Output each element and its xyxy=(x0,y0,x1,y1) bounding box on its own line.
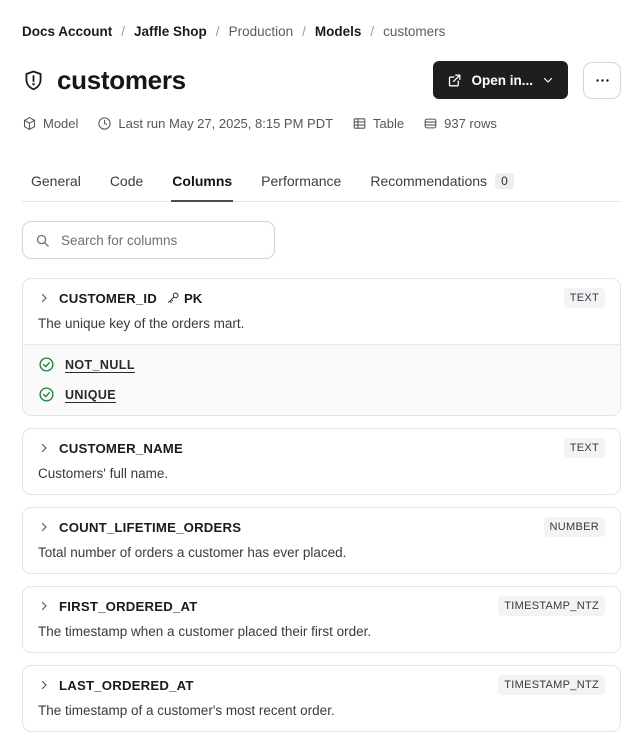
test-row: UNIQUE xyxy=(38,386,605,403)
breadcrumb-item[interactable]: Models xyxy=(315,24,362,40)
external-link-icon xyxy=(449,74,461,86)
data-type-badge: TIMESTAMP_NTZ xyxy=(498,596,605,616)
test-link[interactable]: NOT_NULL xyxy=(65,358,135,372)
column-name: FIRST_ORDERED_AT xyxy=(59,598,198,614)
model-cube-icon xyxy=(23,117,36,130)
pk-label: PK xyxy=(183,290,203,306)
column-name: CUSTOMER_ID xyxy=(59,290,157,306)
last-run: Last run May 27, 2025, 8:15 PM PDT xyxy=(97,116,333,131)
resource-type-label: Model xyxy=(43,116,79,131)
search-icon xyxy=(36,234,49,247)
resource-type: Model xyxy=(22,116,78,131)
primary-key-tag: PK xyxy=(166,291,202,306)
column-card: COUNT_LIFETIME_ORDERS NUMBER Total numbe… xyxy=(22,507,621,574)
column-header[interactable]: FIRST_ORDERED_AT TIMESTAMP_NTZ xyxy=(38,596,605,616)
model-page: Docs Account / Jaffle Shop / Production / Mode… xyxy=(0,0,643,732)
chevron-right-icon[interactable] xyxy=(38,521,50,533)
column-name: LAST_ORDERED_AT xyxy=(59,677,194,693)
breadcrumb-separator: / xyxy=(370,24,375,39)
column-card: FIRST_ORDERED_AT TIMESTAMP_NTZ The times… xyxy=(22,586,621,653)
tests-section: NOT_NULL UNIQUE xyxy=(23,344,620,415)
column-description: Customers' full name. xyxy=(38,466,169,481)
column-card: LAST_ORDERED_AT TIMESTAMP_NTZ The timest… xyxy=(22,665,621,732)
columns-list: CUSTOMER_ID PK TEXT The unique key of th… xyxy=(22,278,621,732)
column-header[interactable]: COUNT_LIFETIME_ORDERS NUMBER xyxy=(38,517,605,537)
more-options-button[interactable] xyxy=(583,61,621,99)
open-in-button[interactable]: Open in... xyxy=(433,61,568,99)
breadcrumb-item[interactable]: Jaffle Shop xyxy=(134,24,207,40)
ellipsis-icon xyxy=(595,78,609,82)
search-box xyxy=(22,221,275,259)
tab-performance[interactable]: Performance xyxy=(260,167,342,201)
last-run-label: Last run May 27, 2025, 8:15 PM PDT xyxy=(118,116,334,131)
tab-count-badge: 0 xyxy=(495,173,514,189)
data-type-badge: NUMBER xyxy=(543,517,605,537)
page-header: customers Open in... xyxy=(22,61,621,99)
clock-icon xyxy=(98,117,112,130)
column-description: Total number of orders a customer has ev… xyxy=(38,545,347,560)
table-icon xyxy=(353,118,366,129)
row-count: 937 rows xyxy=(423,116,497,131)
tab-label: Recommendations xyxy=(370,173,488,189)
materialization-label: Table xyxy=(373,116,405,131)
tab-label: General xyxy=(31,173,81,189)
tab-bar: General Code Columns Performance Recommendat… xyxy=(22,167,621,202)
tab-recommendations[interactable]: Recommendations 0 xyxy=(369,167,514,201)
breadcrumb-separator: / xyxy=(121,24,126,39)
check-circle-icon xyxy=(38,386,55,403)
health-shield-icon xyxy=(25,70,42,90)
column-header[interactable]: CUSTOMER_ID PK TEXT xyxy=(38,288,605,308)
chevron-right-icon[interactable] xyxy=(38,679,50,691)
chevron-down-icon xyxy=(543,77,553,83)
column-card: CUSTOMER_NAME TEXT Customers' full name. xyxy=(22,428,621,495)
title-group: customers xyxy=(22,65,433,96)
column-name: COUNT_LIFETIME_ORDERS xyxy=(59,519,242,535)
breadcrumb-item[interactable]: Production xyxy=(229,24,294,40)
column-card: CUSTOMER_ID PK TEXT The unique key of th… xyxy=(22,278,621,416)
tab-label: Performance xyxy=(261,173,342,189)
column-header[interactable]: LAST_ORDERED_AT TIMESTAMP_NTZ xyxy=(38,675,605,695)
tab-columns[interactable]: Columns xyxy=(171,167,234,202)
data-type-badge: TEXT xyxy=(563,438,605,458)
tab-code[interactable]: Code xyxy=(109,167,144,201)
column-description: The unique key of the orders mart. xyxy=(38,316,245,331)
chevron-right-icon[interactable] xyxy=(38,442,50,454)
column-header[interactable]: CUSTOMER_NAME TEXT xyxy=(38,438,605,458)
column-description: The timestamp when a customer placed the… xyxy=(38,624,372,639)
breadcrumb-separator: / xyxy=(302,24,306,39)
breadcrumb-separator: / xyxy=(215,24,220,39)
key-icon xyxy=(168,292,179,304)
test-row: NOT_NULL xyxy=(38,356,605,373)
check-circle-icon xyxy=(38,356,55,373)
breadcrumb: Docs Account / Jaffle Shop / Production / Mode… xyxy=(22,24,621,40)
tab-label: Code xyxy=(109,173,144,189)
breadcrumb-item[interactable]: customers xyxy=(383,24,445,40)
test-link[interactable]: UNIQUE xyxy=(65,388,116,402)
page-title: customers xyxy=(57,64,186,95)
materialization: Table xyxy=(352,116,404,131)
tab-label: Columns xyxy=(172,173,233,189)
open-in-label: Open in... xyxy=(471,72,533,88)
chevron-right-icon[interactable] xyxy=(38,600,50,612)
chevron-right-icon[interactable] xyxy=(38,292,50,304)
metadata-row: Model Last run May 27, 2025, 8:15 PM PDT… xyxy=(22,116,621,131)
column-name: CUSTOMER_NAME xyxy=(59,440,183,456)
breadcrumb-item[interactable]: Docs Account xyxy=(22,24,112,40)
column-description: The timestamp of a customer's most recen… xyxy=(38,703,335,718)
database-icon xyxy=(424,118,437,129)
search-input[interactable] xyxy=(59,231,262,249)
row-count-label: 937 rows xyxy=(444,116,497,131)
data-type-badge: TIMESTAMP_NTZ xyxy=(498,675,605,695)
data-type-badge: TEXT xyxy=(563,288,605,308)
tab-general[interactable]: General xyxy=(30,167,82,201)
